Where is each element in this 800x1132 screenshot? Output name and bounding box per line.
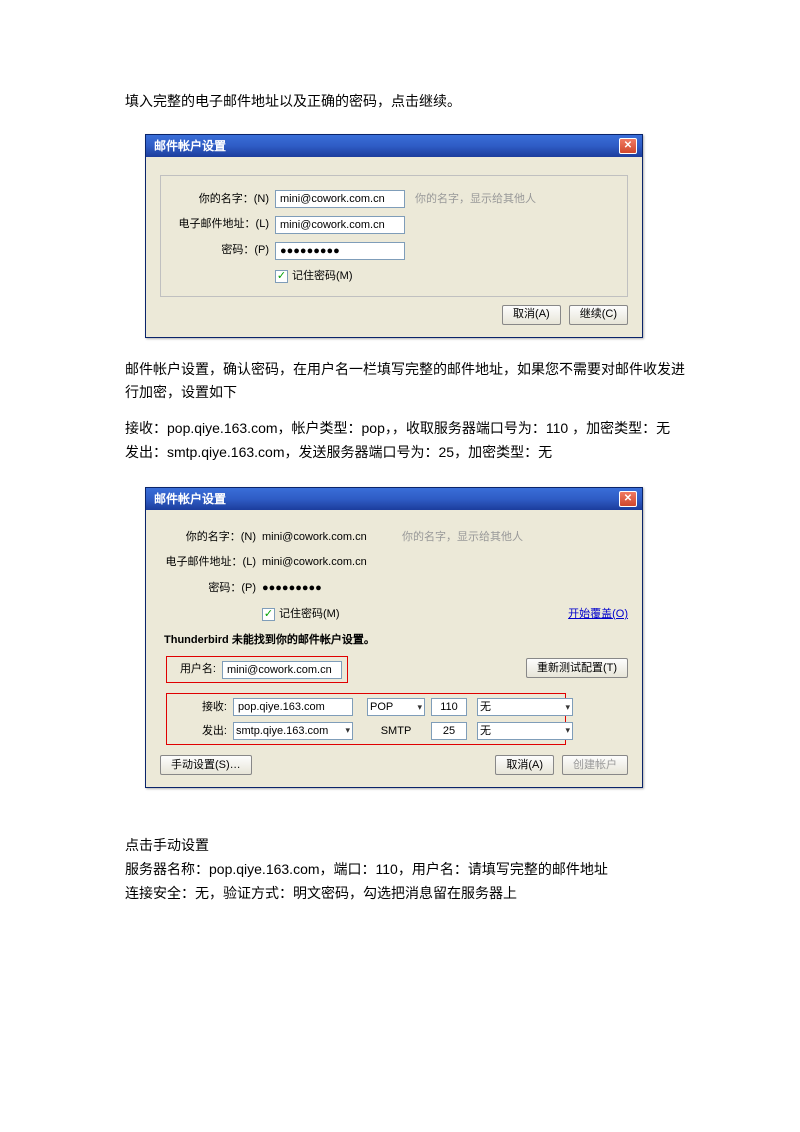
- username-input[interactable]: [222, 661, 342, 679]
- paragraph-recv: 接收：pop.qiye.163.com，帐户类型：pop，，收取服务器端口号为：…: [125, 417, 690, 441]
- dialog-account-setup-2: 邮件帐户设置 ✕ 你的名字：(N) mini@cowork.com.cn 你的名…: [145, 487, 643, 789]
- name-hint: 你的名字，显示给其他人: [415, 190, 536, 209]
- paragraph-intro: 填入完整的电子邮件地址以及正确的密码，点击继续。: [125, 90, 690, 114]
- password-value: ●●●●●●●●●: [262, 579, 322, 598]
- recv-label: 接收:: [177, 698, 227, 717]
- send-enc-select[interactable]: 无▾: [477, 722, 573, 740]
- cancel-button[interactable]: 取消(A): [502, 305, 561, 325]
- close-icon[interactable]: ✕: [619, 138, 637, 154]
- chevron-down-icon: ▾: [565, 700, 570, 715]
- email-label: 电子邮件地址：(L): [173, 215, 269, 234]
- name-hint: 你的名字，显示给其他人: [402, 528, 523, 547]
- manual-settings-button[interactable]: 手动设置(S)…: [160, 755, 252, 775]
- cancel-button[interactable]: 取消(A): [495, 755, 554, 775]
- retest-button[interactable]: 重新测试配置(T): [526, 658, 628, 678]
- close-icon[interactable]: ✕: [619, 491, 637, 507]
- email-value: mini@cowork.com.cn: [262, 553, 367, 572]
- email-input[interactable]: [275, 216, 405, 234]
- name-value: mini@cowork.com.cn: [262, 528, 392, 547]
- restart-link[interactable]: 开始覆盖(O): [568, 605, 628, 624]
- paragraph-manual: 点击手动设置: [125, 834, 690, 858]
- remember-checkbox[interactable]: ✓: [262, 608, 275, 621]
- window-title: 邮件帐户设置: [154, 136, 226, 156]
- password-label: 密码：(P): [160, 579, 256, 598]
- password-label: 密码：(P): [173, 241, 269, 260]
- email-label: 电子邮件地址：(L): [160, 553, 256, 572]
- dialog-account-setup-1: 邮件帐户设置 ✕ 你的名字：(N) 你的名字，显示给其他人 电子邮件地址：(L)…: [145, 134, 643, 338]
- name-input[interactable]: [275, 190, 405, 208]
- send-proto-label: SMTP: [367, 722, 425, 741]
- password-input[interactable]: [275, 242, 405, 260]
- chevron-down-icon: ▾: [417, 700, 422, 715]
- recv-server-input[interactable]: [233, 698, 353, 716]
- not-found-title: Thunderbird 未能找到你的邮件帐户设置。: [164, 631, 628, 650]
- titlebar: 邮件帐户设置 ✕: [146, 488, 642, 510]
- paragraph-server: 服务器名称：pop.qiye.163.com，端口：110，用户名：请填写完整的…: [125, 858, 690, 882]
- window-title: 邮件帐户设置: [154, 489, 226, 509]
- remember-checkbox[interactable]: ✓: [275, 270, 288, 283]
- chevron-down-icon: ▾: [565, 723, 570, 738]
- titlebar: 邮件帐户设置 ✕: [146, 135, 642, 157]
- send-port-input[interactable]: [431, 722, 467, 740]
- recv-port-input[interactable]: [431, 698, 467, 716]
- remember-label: 记住密码(M): [279, 605, 340, 624]
- send-server-select[interactable]: smtp.qiye.163.com▾: [233, 722, 353, 740]
- name-label: 你的名字：(N): [160, 528, 256, 547]
- paragraph-settings-desc: 邮件帐户设置，确认密码，在用户名一栏填写完整的邮件地址，如果您不需要对邮件收发进…: [125, 358, 690, 406]
- paragraph-security: 连接安全：无，验证方式：明文密码，勾选把消息留在服务器上: [125, 882, 690, 906]
- chevron-down-icon: ▾: [345, 723, 350, 738]
- name-label: 你的名字：(N): [173, 190, 269, 209]
- send-label: 发出:: [177, 722, 227, 741]
- paragraph-send: 发出：smtp.qiye.163.com，发送服务器端口号为：25，加密类型：无: [125, 441, 690, 465]
- continue-button[interactable]: 继续(C): [569, 305, 628, 325]
- recv-proto-select[interactable]: POP▾: [367, 698, 425, 716]
- recv-enc-select[interactable]: 无▾: [477, 698, 573, 716]
- create-account-button[interactable]: 创建帐户: [562, 755, 628, 775]
- remember-label: 记住密码(M): [292, 267, 353, 286]
- username-label: 用户名:: [172, 660, 216, 679]
